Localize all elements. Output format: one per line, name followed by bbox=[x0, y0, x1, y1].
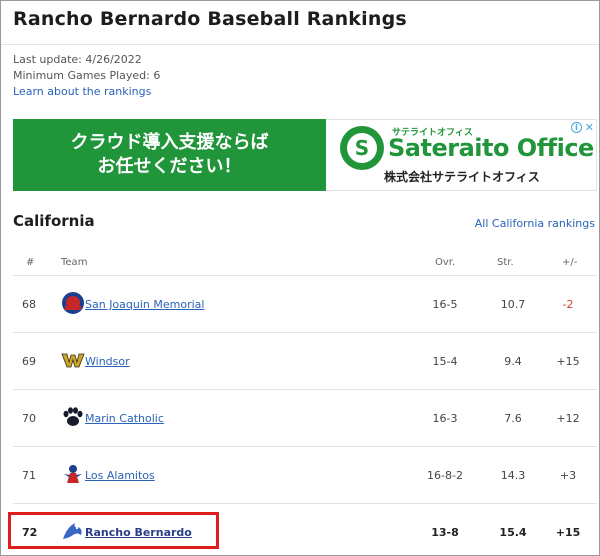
ad-line1: クラウド導入支援ならば bbox=[70, 132, 269, 153]
header-team: Team bbox=[61, 257, 88, 268]
windsor-logo-icon bbox=[61, 353, 85, 368]
team-link[interactable]: San Joaquin Memorial bbox=[85, 298, 204, 311]
row-rank: 71 bbox=[22, 469, 36, 482]
ad-banner[interactable]: クラウド導入支援ならば お任せください！ S サテライトオフィス Saterai… bbox=[13, 119, 597, 191]
row-strength: 15.4 bbox=[499, 526, 527, 539]
title-divider bbox=[1, 44, 599, 45]
row-overall: 16-5 bbox=[432, 298, 458, 311]
table-row: 70 Marin Catholic 16-3 7.6 +12 bbox=[13, 390, 597, 447]
header-rank: # bbox=[26, 257, 35, 268]
row-overall: 13-8 bbox=[431, 526, 459, 539]
row-plus-minus: +3 bbox=[559, 469, 577, 482]
row-rank: 68 bbox=[22, 298, 36, 311]
row-overall: 15-4 bbox=[432, 355, 458, 368]
header-str: Str. bbox=[497, 257, 514, 268]
san-joaquin-memorial-logo-icon bbox=[62, 292, 84, 314]
table-row: 71 Los Alamitos 16-8-2 14.3 +3 bbox=[13, 447, 597, 504]
section-title: California bbox=[13, 212, 95, 230]
ad-company: 株式会社サテライトオフィス bbox=[384, 170, 540, 184]
team-link[interactable]: Marin Catholic bbox=[85, 412, 164, 425]
ad-close-icon[interactable]: ✕ bbox=[585, 121, 594, 134]
row-strength: 14.3 bbox=[500, 469, 526, 482]
min-games: Minimum Games Played: 6 bbox=[13, 69, 161, 82]
row-plus-minus: +15 bbox=[556, 355, 580, 368]
ad-brand: Sateraito Office bbox=[388, 134, 594, 162]
table-row: 68 San Joaquin Memorial 16-5 10.7 -2 bbox=[13, 276, 597, 333]
header-ovr: Ovr. bbox=[435, 257, 456, 268]
row-strength: 10.7 bbox=[500, 298, 526, 311]
ad-brand-panel[interactable]: S サテライトオフィス Sateraito Office 株式会社サテライトオフ… bbox=[326, 119, 597, 191]
row-strength: 9.4 bbox=[504, 355, 522, 368]
table-header: # Team Ovr. Str. +/- bbox=[13, 247, 597, 276]
row-overall: 16-8-2 bbox=[427, 469, 463, 482]
row-rank: 70 bbox=[22, 412, 36, 425]
row-strength: 7.6 bbox=[504, 412, 522, 425]
table-row: 69 Windsor 15-4 9.4 +15 bbox=[13, 333, 597, 390]
sateraito-logo-icon: S bbox=[340, 126, 384, 170]
row-plus-minus: +15 bbox=[555, 526, 581, 539]
page-title: Rancho Bernardo Baseball Rankings bbox=[13, 8, 407, 30]
all-california-rankings-link[interactable]: All California rankings bbox=[475, 217, 595, 230]
row-plus-minus: -2 bbox=[562, 298, 574, 311]
team-link[interactable]: Los Alamitos bbox=[85, 469, 155, 482]
last-update: Last update: 4/26/2022 bbox=[13, 53, 142, 66]
ad-info-icon[interactable]: i bbox=[571, 122, 582, 133]
ad-line2: お任せください！ bbox=[97, 156, 242, 177]
row-rank: 69 bbox=[22, 355, 36, 368]
ad-headline[interactable]: クラウド導入支援ならば お任せください！ bbox=[13, 119, 326, 191]
highlight-annotation-box bbox=[8, 512, 219, 549]
learn-rankings-link[interactable]: Learn about the rankings bbox=[13, 85, 151, 98]
team-link[interactable]: Windsor bbox=[85, 355, 130, 368]
header-plus-minus: +/- bbox=[562, 257, 578, 268]
marin-catholic-logo-icon bbox=[63, 407, 83, 426]
row-plus-minus: +12 bbox=[556, 412, 580, 425]
los-alamitos-logo-icon bbox=[64, 465, 82, 483]
row-overall: 16-3 bbox=[432, 412, 458, 425]
rankings-table: # Team Ovr. Str. +/- 68 San Joaquin Memo… bbox=[13, 247, 597, 556]
